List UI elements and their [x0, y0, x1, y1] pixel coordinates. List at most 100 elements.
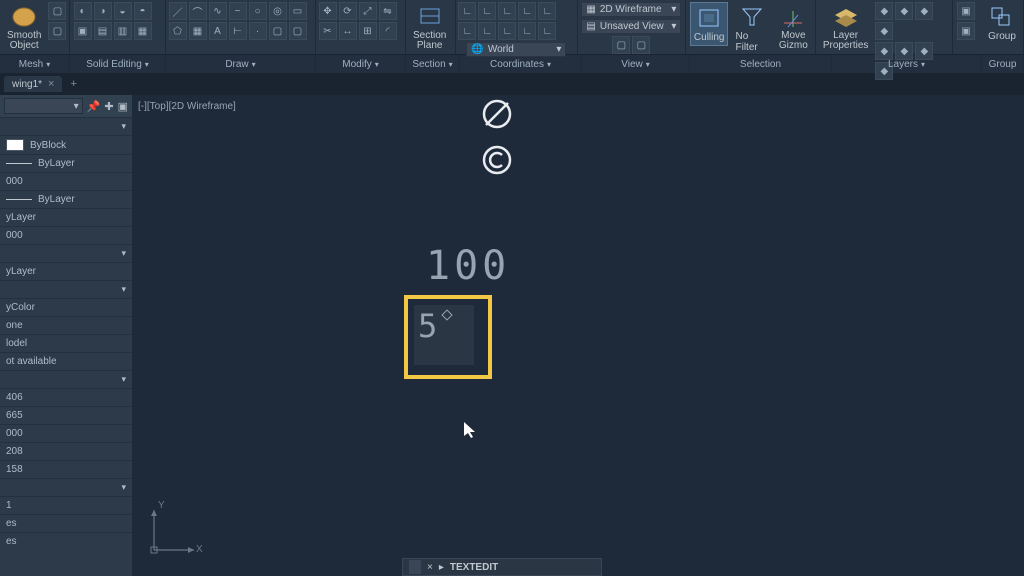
group-tool-2[interactable]: ▣ — [957, 22, 975, 40]
title-solid-editing[interactable]: Solid Editing — [70, 55, 166, 73]
modify-rotate[interactable]: ⟳ — [339, 2, 357, 20]
mesh-tool-1[interactable]: ▢ — [48, 2, 66, 20]
solid-tool-4[interactable]: ◓ — [134, 2, 152, 20]
text-edit-field[interactable]: 5 — [414, 305, 474, 365]
layer-tool-1[interactable]: ◆ — [875, 2, 893, 20]
draw-spline1[interactable]: ∿ — [209, 2, 227, 20]
modify-scale[interactable]: ⤢ — [359, 2, 377, 20]
solid-tool-2[interactable]: ◑ — [94, 2, 112, 20]
modify-array[interactable]: ⊞ — [359, 22, 377, 40]
prop-one[interactable]: 1 — [0, 496, 132, 514]
solid-tool-7[interactable]: ▥ — [114, 22, 132, 40]
view-preset-select[interactable]: ▤ Unsaved View ▾ — [581, 19, 681, 34]
ucs-tool-1[interactable]: ∟ — [458, 2, 476, 20]
view-tool-1[interactable]: ▢ — [612, 36, 630, 54]
cmdline-handle[interactable] — [409, 560, 421, 574]
modify-trim[interactable]: ✂ — [319, 22, 337, 40]
modify-move[interactable]: ✥ — [319, 2, 337, 20]
ucs-tool-2[interactable]: ∟ — [478, 2, 496, 20]
prop-v4[interactable]: 208 — [0, 442, 132, 460]
draw-point[interactable]: · — [249, 22, 267, 40]
modify-extend[interactable]: ↔ — [339, 22, 357, 40]
layer-tool-2[interactable]: ◆ — [895, 2, 913, 20]
prop-v2[interactable]: 665 — [0, 406, 132, 424]
draw-rect[interactable]: ▭ — [289, 2, 307, 20]
solid-tool-8[interactable]: ▦ — [134, 22, 152, 40]
prop-bylayer3[interactable]: yLayer — [0, 208, 132, 226]
title-view[interactable]: View — [582, 55, 690, 73]
smooth-object-button[interactable]: Smooth Object — [4, 2, 44, 53]
palette-type-select[interactable]: ▾ — [4, 98, 83, 114]
solid-tool-6[interactable]: ▤ — [94, 22, 112, 40]
draw-hatch[interactable]: ▦ — [189, 22, 207, 40]
nofilter-button[interactable]: No Filter — [732, 2, 771, 55]
ucs-tool-6[interactable]: ∟ — [458, 22, 476, 40]
prop-v5[interactable]: 158 — [0, 460, 132, 478]
mesh-tool-2[interactable]: ▢ — [48, 22, 66, 40]
title-section[interactable]: Section — [406, 55, 460, 73]
prop-linetype1[interactable]: ByLayer — [0, 154, 132, 172]
layer-properties-button[interactable]: Layer Properties — [820, 2, 872, 53]
command-line[interactable]: × ▸ TEXTEDIT — [402, 558, 602, 576]
palette-add-icon[interactable]: ✚ — [104, 100, 113, 113]
ucs-tool-7[interactable]: ∟ — [478, 22, 496, 40]
title-groups[interactable]: Group — [982, 55, 1024, 73]
section-plane-button[interactable]: Section Plane — [410, 2, 449, 53]
title-mesh[interactable]: Mesh — [0, 55, 70, 73]
solid-tool-1[interactable]: ◐ — [74, 2, 92, 20]
gizmo-button[interactable]: Move Gizmo — [776, 2, 811, 53]
view-tool-2[interactable]: ▢ — [632, 36, 650, 54]
draw-tool-2[interactable]: ▢ — [289, 22, 307, 40]
viewport-label[interactable]: [-][Top][2D Wireframe] — [138, 101, 236, 112]
prop-section-2[interactable] — [0, 244, 132, 262]
draw-line[interactable]: ／ — [169, 2, 187, 20]
prop-color[interactable]: ByBlock — [0, 135, 132, 154]
prop-section-4[interactable] — [0, 370, 132, 388]
text-edit-grip[interactable] — [442, 309, 453, 320]
draw-arc[interactable]: ⌒ — [189, 2, 207, 20]
draw-spline2[interactable]: ~ — [229, 2, 247, 20]
solid-tool-3[interactable]: ◒ — [114, 2, 132, 20]
ucs-tool-5[interactable]: ∟ — [538, 2, 556, 20]
title-coordinates[interactable]: Coordinates — [460, 55, 582, 73]
title-draw[interactable]: Draw — [166, 55, 316, 73]
text-object-100[interactable]: 100 — [426, 243, 510, 289]
title-modify[interactable]: Modify — [316, 55, 406, 73]
palette-select-icon[interactable]: ▣ — [118, 100, 128, 113]
ucs-tool-3[interactable]: ∟ — [498, 2, 516, 20]
layer-tool-3[interactable]: ◆ — [915, 2, 933, 20]
group-tool-1[interactable]: ▣ — [957, 2, 975, 20]
prop-thickness[interactable]: 000 — [0, 172, 132, 190]
prop-section-general[interactable] — [0, 117, 132, 135]
prop-es2[interactable]: es — [0, 532, 132, 550]
prop-bylayer4[interactable]: yLayer — [0, 262, 132, 280]
culling-button[interactable]: Culling — [690, 2, 729, 46]
prop-linetype2[interactable]: ByLayer — [0, 190, 132, 208]
draw-circle1[interactable]: ○ — [249, 2, 267, 20]
palette-pin-icon[interactable]: 📌 — [87, 100, 101, 113]
prop-section-3[interactable] — [0, 280, 132, 298]
text-edit-selection[interactable]: 5 — [404, 295, 492, 379]
draw-text[interactable]: A — [209, 22, 227, 40]
title-layers[interactable]: Layers — [832, 55, 982, 73]
close-icon[interactable]: × — [48, 78, 54, 90]
draw-circle2[interactable]: ◎ — [269, 2, 287, 20]
prop-v3[interactable]: 000 — [0, 424, 132, 442]
prop-bycolor[interactable]: yColor — [0, 298, 132, 316]
layer-tool-4[interactable]: ◆ — [875, 22, 893, 40]
group-button[interactable]: Group — [985, 2, 1019, 44]
ucs-tool-9[interactable]: ∟ — [518, 22, 536, 40]
prop-section-5[interactable] — [0, 478, 132, 496]
solid-tool-5[interactable]: ▣ — [74, 22, 92, 40]
title-selection[interactable]: Selection — [690, 55, 832, 73]
draw-dim[interactable]: ⊢ — [229, 22, 247, 40]
modify-mirror[interactable]: ⇋ — [379, 2, 397, 20]
prop-not-available[interactable]: ot available — [0, 352, 132, 370]
add-tab-button[interactable]: + — [62, 78, 84, 90]
doc-tab-drawing1[interactable]: wing1* × — [4, 76, 62, 92]
ucs-tool-8[interactable]: ∟ — [498, 22, 516, 40]
drawing-canvas[interactable]: [-][Top][2D Wireframe] 100 5 — [132, 95, 1024, 576]
prop-zero1[interactable]: 000 — [0, 226, 132, 244]
visual-style-select[interactable]: ▦ 2D Wireframe ▾ — [581, 2, 681, 17]
close-icon[interactable]: × — [427, 562, 433, 573]
